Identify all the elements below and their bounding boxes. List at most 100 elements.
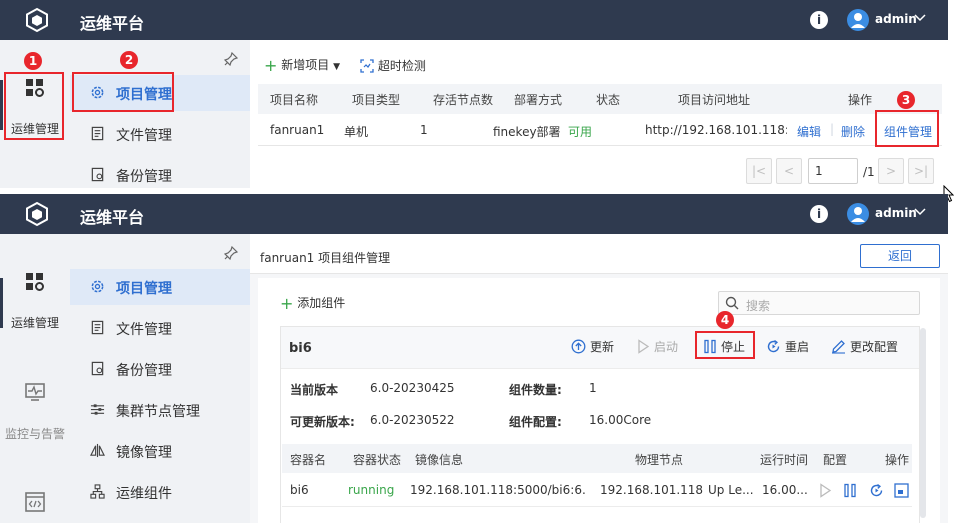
sidebar-item-cluster[interactable]: 集群节点管理 — [70, 392, 250, 428]
restart-icon — [767, 339, 780, 353]
sub-menu-top: 项目管理 文件管理 备份管理 — [70, 40, 250, 188]
sidebar-item-label: 集群节点管理 — [116, 404, 200, 420]
annotation-box-1 — [4, 72, 64, 140]
user-name[interactable]: admin — [875, 12, 917, 26]
sidebar-item-label: 文件管理 — [116, 322, 172, 338]
sidebar-item-backup[interactable]: 备份管理 — [70, 157, 250, 193]
edit-link[interactable]: 编辑 — [797, 123, 821, 140]
play-icon — [638, 339, 650, 354]
project-url[interactable]: http://192.168.101.118:6... — [645, 123, 787, 137]
restart-button[interactable]: 重启 — [766, 338, 809, 355]
backup-icon — [91, 361, 104, 376]
alive-nodes: 1 — [420, 123, 428, 137]
container-config: 16.00... — [762, 483, 808, 497]
search-input[interactable]: 搜索 — [718, 291, 920, 315]
pin-icon[interactable] — [224, 246, 238, 260]
plus-icon: + — [280, 294, 294, 313]
component-count-value: 1 — [589, 381, 597, 395]
scrollbar[interactable] — [920, 328, 926, 518]
scan-icon — [360, 59, 374, 73]
edit-pencil-icon — [832, 340, 845, 354]
upload-circle-icon — [571, 339, 586, 354]
next-page-button[interactable]: > — [878, 158, 904, 184]
new-project-button[interactable]: + 新增项目 ▼ — [264, 56, 340, 75]
update-button[interactable]: 更新 — [571, 338, 614, 355]
add-component-button[interactable]: + 添加组件 — [280, 294, 345, 313]
col-header: 状态 — [596, 93, 621, 107]
avatar[interactable] — [847, 203, 869, 225]
annotation-badge-4: 4 — [716, 311, 734, 329]
sidebar-item-file[interactable]: 文件管理 — [70, 116, 250, 152]
image-info: 192.168.101.118:5000/bi6:6.0-... — [410, 483, 586, 497]
sidebar-item-file[interactable]: 文件管理 — [70, 310, 250, 346]
col-header: 配置 — [823, 453, 848, 467]
restart-icon[interactable] — [869, 483, 884, 498]
rail-item-monitor[interactable]: 监控与告警 — [0, 425, 70, 442]
component-config-label: 组件配置: — [509, 415, 562, 429]
icon-rail: 运维管理 监控与告警 — [0, 234, 70, 523]
sidebar-item-label: 备份管理 — [116, 363, 172, 379]
info-icon[interactable]: i — [810, 11, 828, 29]
terminal-icon[interactable] — [894, 483, 909, 498]
table-header: 项目名称 项目类型 存活节点数 部署方式 状态 项目访问地址 操作 — [258, 84, 942, 114]
table-row[interactable]: fanruan1 单机 1 finekey部署 可用 http://192.16… — [258, 114, 942, 146]
top-header-bar: 运维平台 i admin — [0, 0, 948, 40]
pin-icon[interactable] — [224, 52, 238, 66]
document-icon — [91, 320, 104, 335]
first-page-button[interactable]: |< — [746, 158, 772, 184]
chevron-down-icon[interactable] — [914, 11, 926, 23]
sidebar-item-component[interactable]: 运维组件 — [70, 474, 250, 510]
prev-page-button[interactable]: < — [776, 158, 802, 184]
user-name[interactable]: admin — [875, 206, 917, 220]
component-config-value: 16.00Core — [589, 413, 652, 427]
backup-icon — [91, 167, 104, 182]
physical-node: 192.168.101.118 — [600, 483, 704, 497]
component-count-label: 组件数量: — [509, 383, 562, 397]
annotation-badge-2: 2 — [120, 51, 138, 69]
sidebar-item-project[interactable]: 项目管理 — [70, 269, 250, 305]
plus-icon: + — [264, 56, 278, 75]
search-placeholder: 搜索 — [746, 299, 771, 313]
pause-icon[interactable] — [843, 483, 857, 498]
col-header: 物理节点 — [635, 453, 684, 467]
back-button[interactable]: 返回 — [860, 244, 940, 268]
hierarchy-icon — [90, 484, 105, 499]
sidebar-item-label: 项目管理 — [116, 281, 172, 297]
delete-link[interactable]: 删除 — [841, 123, 865, 140]
app-title: 运维平台 — [80, 208, 145, 227]
project-type: 单机 — [344, 125, 369, 139]
search-icon — [725, 296, 739, 310]
last-page-button[interactable]: >| — [908, 158, 934, 184]
project-list-panel: + 新增项目 ▼ 超时检测 项目名称 项目类型 存活节点数 部署方式 状态 项目… — [250, 40, 948, 188]
col-header: 容器状态 — [353, 453, 402, 467]
sidebar-item-backup[interactable]: 备份管理 — [70, 351, 250, 387]
col-header: 操作 — [848, 93, 873, 107]
col-header: 项目访问地址 — [678, 93, 751, 107]
gear-icon — [91, 280, 104, 293]
update-label: 更新 — [590, 340, 615, 354]
change-config-button[interactable]: 更改配置 — [831, 338, 898, 355]
timeout-check-button[interactable]: 超时检测 — [360, 57, 426, 74]
col-header: 镜像信息 — [415, 453, 464, 467]
page-title: fanruan1 项目组件管理 — [260, 251, 391, 265]
page-input[interactable]: 1 — [808, 158, 858, 184]
avatar[interactable] — [847, 9, 869, 31]
app-title: 运维平台 — [80, 14, 145, 33]
component-name: bi6 — [289, 341, 312, 356]
rail-item-ops[interactable]: 运维管理 — [0, 314, 70, 331]
info-icon[interactable]: i — [810, 205, 828, 223]
play-icon[interactable] — [819, 483, 832, 498]
current-version-value: 6.0-20230425 — [370, 381, 455, 395]
table-row[interactable]: bi6 running 192.168.101.118:5000/bi6:6.0… — [282, 473, 912, 507]
sidebar-item-label: 备份管理 — [116, 169, 172, 185]
sidebar-item-label: 镜像管理 — [116, 445, 172, 461]
component-header: fanruan1 项目组件管理 返回 — [250, 234, 948, 274]
sidebar-item-image[interactable]: 镜像管理 — [70, 433, 250, 469]
code-window-icon — [25, 492, 45, 512]
chevron-down-icon[interactable] — [914, 205, 926, 217]
updatable-version-value: 6.0-20230522 — [370, 413, 455, 427]
restart-label: 重启 — [785, 340, 810, 354]
sidebar-item-label: 文件管理 — [116, 128, 172, 144]
annotation-box-3 — [875, 110, 939, 147]
start-button[interactable]: 启动 — [637, 338, 678, 355]
